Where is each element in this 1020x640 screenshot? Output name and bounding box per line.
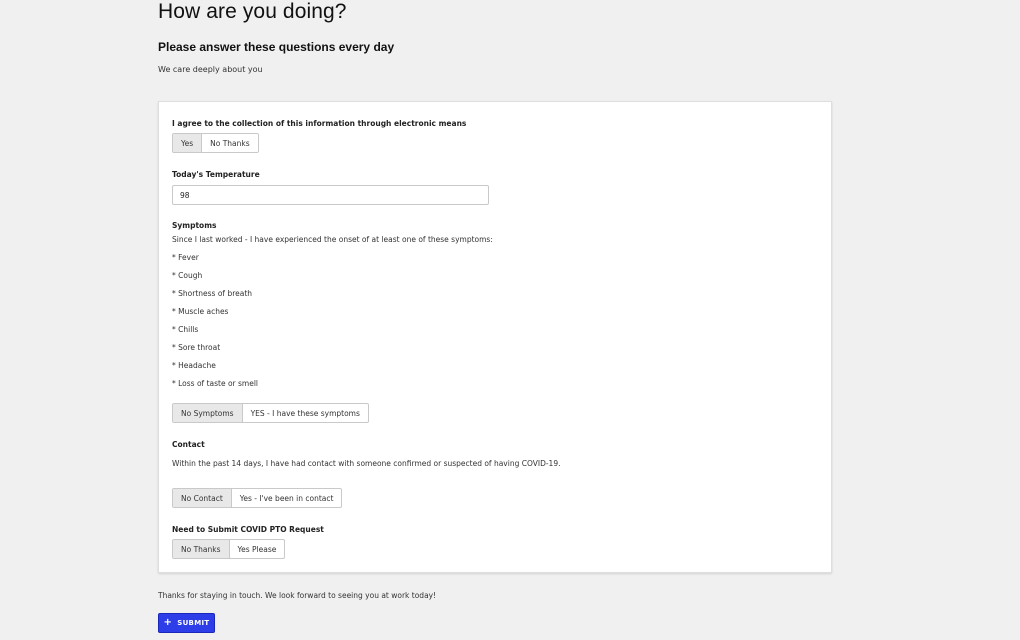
symptom-item: * Headache — [172, 361, 216, 370]
submit-label: SUBMIT — [177, 619, 210, 627]
yes-symptoms-button[interactable]: YES - I have these symptoms — [241, 404, 368, 422]
temperature-input[interactable] — [172, 185, 489, 205]
symptoms-label: Symptoms — [172, 221, 217, 230]
consent-label: I agree to the collection of this inform… — [172, 119, 467, 128]
consent-no-thanks-button[interactable]: No Thanks — [201, 134, 258, 152]
page-description: We care deeply about you — [158, 65, 263, 74]
pto-no-thanks-button[interactable]: No Thanks — [173, 540, 229, 558]
pto-yes-please-button[interactable]: Yes Please — [228, 540, 285, 558]
symptom-item: * Sore throat — [172, 343, 221, 352]
consent-toggle: Yes No Thanks — [172, 133, 259, 153]
symptom-item: * Shortness of breath — [172, 289, 253, 298]
symptoms-intro: Since I last worked - I have experienced… — [172, 235, 493, 244]
submit-button[interactable]: + SUBMIT — [158, 613, 215, 633]
page-title: How are you doing? — [158, 0, 347, 23]
symptoms-toggle: No Symptoms YES - I have these symptoms — [172, 403, 369, 423]
pto-label: Need to Submit COVID PTO Request — [172, 525, 324, 534]
symptom-item: * Chills — [172, 325, 199, 334]
no-symptoms-button[interactable]: No Symptoms — [173, 404, 242, 422]
symptom-item: * Loss of taste or smell — [172, 379, 259, 388]
symptom-item: * Fever — [172, 253, 199, 262]
page-subtitle: Please answer these questions every day — [158, 40, 395, 54]
pto-toggle: No Thanks Yes Please — [172, 539, 286, 559]
no-contact-button[interactable]: No Contact — [173, 489, 231, 507]
yes-contact-button[interactable]: Yes - I've been in contact — [230, 489, 342, 507]
contact-text: Within the past 14 days, I have had cont… — [172, 459, 561, 468]
consent-yes-button[interactable]: Yes — [173, 134, 202, 152]
symptom-item: * Muscle aches — [172, 307, 229, 316]
symptom-item: * Cough — [172, 271, 203, 280]
contact-toggle: No Contact Yes - I've been in contact — [172, 488, 343, 508]
plus-icon: + — [163, 617, 173, 628]
footer-text: Thanks for staying in touch. We look for… — [158, 591, 437, 600]
temperature-label: Today's Temperature — [172, 170, 260, 179]
questionnaire-card: I agree to the collection of this inform… — [158, 101, 832, 573]
contact-label: Contact — [172, 440, 205, 449]
